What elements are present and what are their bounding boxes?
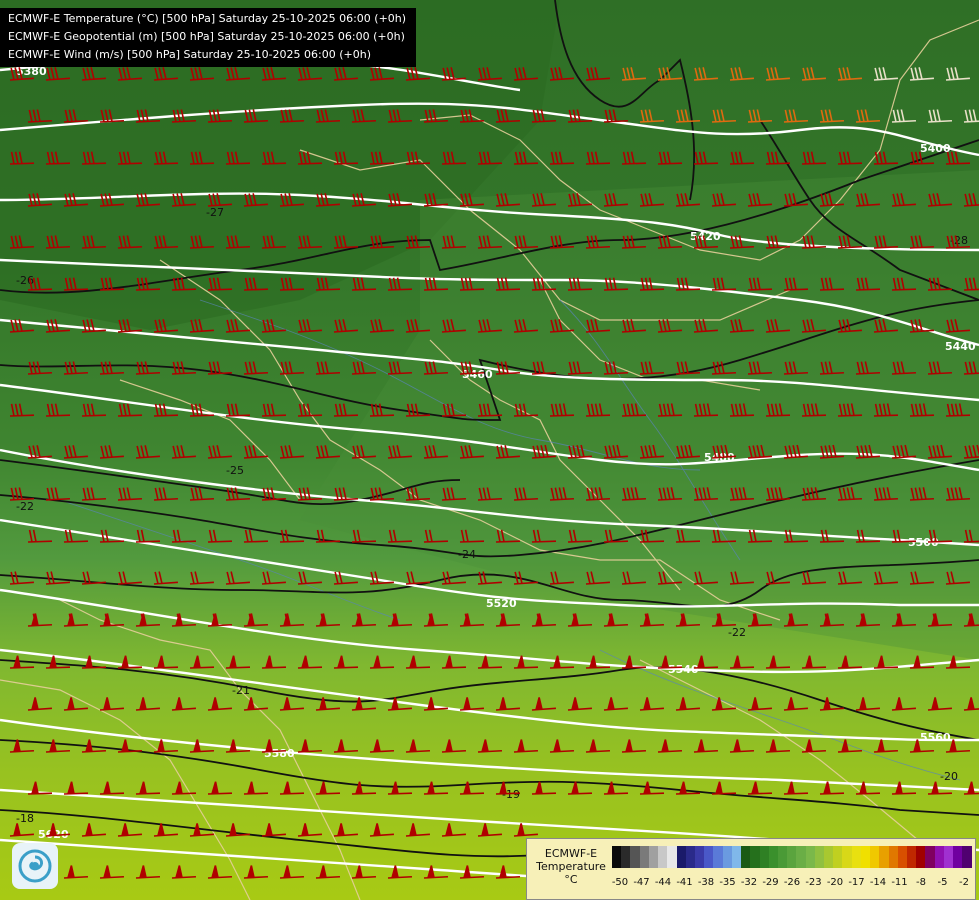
colorbar-swatch xyxy=(676,846,686,868)
colorbar-tick-label: -11 xyxy=(891,877,908,888)
geopotential-layer-title: ECMWF-E Geopotential (m) [500 hPa] Satur… xyxy=(8,30,405,43)
colorbar-swatch xyxy=(759,846,769,868)
colorbar-swatch xyxy=(851,846,861,868)
colorbar-swatch xyxy=(962,846,972,868)
geopotential-label: 5540 xyxy=(668,663,699,676)
colorbar-swatch xyxy=(888,846,898,868)
colorbar-swatch xyxy=(694,846,705,868)
colorbar-swatch xyxy=(621,846,631,868)
colorbar-tick-label: -38 xyxy=(697,877,715,888)
colorbar-unit: °C xyxy=(564,873,578,886)
colorbar-tick-label: -20 xyxy=(826,877,844,888)
colorbar-tick-label: -50 xyxy=(611,877,629,888)
colorbar-swatch xyxy=(704,846,714,868)
temperature-label: -22 xyxy=(16,500,34,513)
colorbar-swatch xyxy=(943,846,954,868)
colorbar-swatch xyxy=(925,846,935,868)
colorbar-swatch xyxy=(953,846,963,868)
colorbar-swatch xyxy=(667,846,677,868)
colorbar-legend: ECMWF-E Temperature °C -50 -47 -44 -41 -38 -3… xyxy=(526,838,976,900)
colorbar-swatch xyxy=(805,846,815,868)
colorbar-swatch xyxy=(824,846,834,868)
colorbar-swatch xyxy=(907,846,917,868)
geopotential-label: 5520 xyxy=(486,597,517,610)
temperature-label: -25 xyxy=(226,464,244,477)
colorbar-tick-label: -17 xyxy=(848,877,865,888)
colorbar-swatch xyxy=(897,846,907,868)
geopotential-label: 5440 xyxy=(945,340,976,353)
colorbar-model: ECMWF-E xyxy=(544,847,598,860)
temperature-layer-title: ECMWF-E Temperature (°C) [500 hPa] Satur… xyxy=(8,12,407,25)
colorbar-swatch xyxy=(916,846,926,868)
colorbar-swatch xyxy=(630,846,640,868)
colorbar-swatch xyxy=(796,846,806,868)
colorbar-swatch xyxy=(879,846,889,868)
colorbar-swatch xyxy=(713,846,723,868)
colorbar-tick-label: -44 xyxy=(654,877,672,888)
colorbar-tick-labels: -50 -47 -44 -41 -38 -35 -32 -29 -26 -23 -20 -17 -14-… xyxy=(612,877,972,891)
colorbar-swatch xyxy=(658,846,668,868)
temperature-label: -20 xyxy=(940,770,958,783)
temperature-label: -18 xyxy=(16,812,34,825)
colorbar-swatch xyxy=(934,846,944,868)
temperature-label: -22 xyxy=(728,626,746,639)
colorbar-swatch xyxy=(870,846,880,868)
colorbar-title: ECMWF-E Temperature °C xyxy=(531,847,611,886)
colorbar-tick-label: -2 xyxy=(959,877,969,888)
colorbar-swatch xyxy=(833,846,843,868)
colorbar-tick-label: -32 xyxy=(740,877,758,888)
colorbar-tick-label: -41 xyxy=(676,877,693,888)
geopotential-label: 5560 xyxy=(920,731,951,744)
geopotential-label: 5400 xyxy=(920,142,951,155)
colorbar-swatches xyxy=(612,846,972,868)
colorbar-swatch xyxy=(768,846,778,868)
colorbar-tick-label: -26 xyxy=(783,877,801,888)
temperature-label: -27 xyxy=(206,206,224,219)
colorbar-swatch xyxy=(612,846,622,868)
colorbar-variable: Temperature xyxy=(536,860,606,873)
colorbar-tick-label: -14 xyxy=(869,877,887,888)
colorbar-swatch xyxy=(860,846,871,868)
colorbar-swatch xyxy=(777,846,788,868)
geopotential-label: 5420 xyxy=(690,230,721,243)
colorbar-swatch xyxy=(731,846,742,868)
colorbar-tick-label: -8 xyxy=(916,877,926,888)
colorbar-swatch xyxy=(648,846,659,868)
colorbar-tick-label: -47 xyxy=(633,877,650,888)
colorbar-tick-label: -29 xyxy=(762,877,779,888)
colorbar-swatch xyxy=(722,846,732,868)
colorbar-tick-label: -5 xyxy=(937,877,948,888)
temperature-label: -21 xyxy=(232,684,250,697)
colorbar-swatch xyxy=(814,846,825,868)
swirl-logo-icon xyxy=(12,843,58,889)
colorbar-tick-label: -35 xyxy=(719,877,736,888)
map-legend-header: ECMWF-E Temperature (°C) [500 hPa] Satur… xyxy=(0,8,417,67)
colorbar-tick-label: -23 xyxy=(805,877,822,888)
wind-layer-title: ECMWF-E Wind (m/s) [500 hPa] Saturday 25… xyxy=(8,48,371,61)
colorbar-swatch xyxy=(842,846,852,868)
temperature-label: -24 xyxy=(458,548,476,561)
colorbar-swatch xyxy=(750,846,760,868)
colorbar-swatch xyxy=(685,846,695,868)
colorbar-swatch xyxy=(639,846,649,868)
colorbar-swatch xyxy=(741,846,751,868)
colorbar-swatch xyxy=(787,846,797,868)
weather-map[interactable]: 5380 5400 5420 5440 5460 5480 5500 5520 … xyxy=(0,0,979,900)
